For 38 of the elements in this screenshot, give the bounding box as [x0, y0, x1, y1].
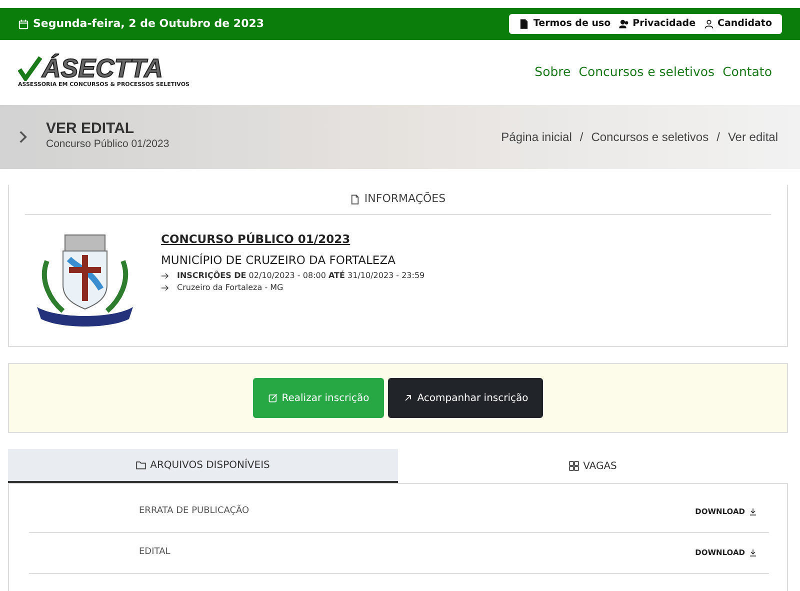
breadcrumb-current: Ver edital	[728, 129, 778, 146]
file-name: EDITAL	[139, 546, 170, 560]
folder-icon	[136, 460, 146, 470]
breadcrumb-separator: /	[716, 129, 720, 146]
grid-icon	[569, 461, 580, 471]
file-name: ERRATA DE PUBLICAÇÃO	[139, 505, 250, 518]
arrow-up-right-icon	[403, 393, 414, 403]
logo-text: ÁSECTTA	[42, 55, 163, 82]
document-icon	[519, 19, 530, 29]
tab[interactable]: ARQUIVOS DISPONÍVEIS	[8, 449, 398, 483]
download-icon	[749, 549, 757, 557]
organization-name: MUNICÍPIO DE CRUZEIRO DA FORTALEZA	[161, 252, 396, 270]
arrow-right-icon	[161, 272, 169, 280]
download-icon	[749, 508, 757, 516]
breadcrumb-link[interactable]: Concursos e seletivos	[591, 128, 709, 146]
nav-link[interactable]: Contato	[722, 63, 772, 82]
calendar-icon	[18, 18, 29, 30]
users-icon	[618, 19, 629, 29]
nav-link[interactable]: Concursos e seletivos	[578, 63, 715, 82]
section-heading: INFORMAÇÕES	[364, 191, 446, 208]
document-icon	[350, 194, 360, 205]
top-link[interactable]: Termos de uso	[515, 16, 615, 32]
exam-title: CONCURSO PÚBLICO 01/2023	[161, 231, 352, 248]
arrow-right-icon	[161, 284, 169, 292]
breadcrumb-link[interactable]: Página inicial	[501, 128, 572, 146]
top-link[interactable]: Privacidade	[614, 16, 700, 32]
detail-text: Cruzeiro da Fortaleza - MG	[177, 282, 284, 294]
date-text: Segunda-feira, 2 de Outubro de 2023	[33, 16, 264, 32]
nav-link[interactable]: Sobre	[534, 63, 571, 82]
page-subtitle: Concurso Público 01/2023	[46, 137, 170, 152]
action-button[interactable]: Acompanhar inscrição	[388, 378, 544, 418]
checkmark-icon	[18, 55, 42, 82]
breadcrumb-separator: /	[580, 129, 584, 146]
page-title: VER EDITAL	[46, 120, 136, 138]
user-icon	[704, 19, 714, 29]
pencil-square-icon	[268, 393, 278, 403]
top-link[interactable]: Candidato	[700, 16, 776, 32]
detail-text: INSCRIÇÕES DE 02/10/2023 - 08:00 ATÉ 31/10/2023 - 23:59	[177, 270, 425, 282]
